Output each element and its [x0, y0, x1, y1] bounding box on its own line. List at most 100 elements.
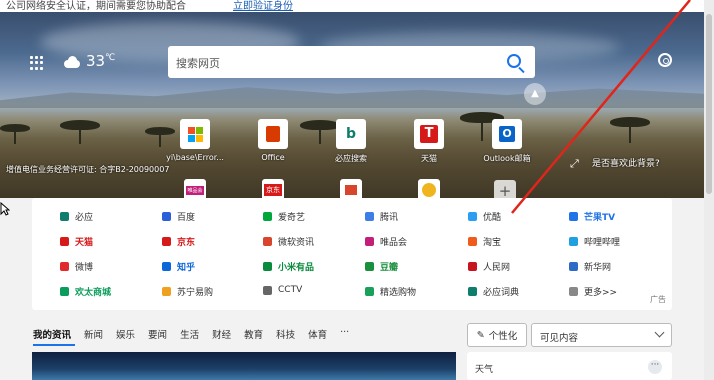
quick-link[interactable]: 腾讯 [365, 210, 398, 223]
quick-link-label: 芒果TV [584, 213, 616, 223]
mouse-cursor-icon [0, 202, 10, 216]
quick-link-label: 京东 [177, 238, 196, 248]
tab-more[interactable]: ··· [340, 327, 349, 343]
news-tab[interactable]: 体育 [308, 327, 327, 343]
quick-link-label: 唯品会 [380, 238, 408, 248]
news-tab[interactable]: 财经 [212, 327, 231, 343]
quick-link[interactable]: 哔哩哔哩 [569, 235, 620, 248]
site-icon [365, 262, 374, 271]
news-tabs: 我的资讯 新闻 娱乐 要闻 生活 财经 教育 科技 体育 ··· [33, 327, 362, 343]
site-icon [365, 237, 374, 246]
apps-grid-icon[interactable] [30, 56, 44, 70]
quick-link[interactable]: 必应 [60, 210, 93, 223]
news-tab[interactable]: 要闻 [148, 327, 167, 343]
quick-link-label: 微软资讯 [278, 238, 315, 248]
microsoft-logo-icon [187, 126, 203, 142]
site-icon [162, 237, 171, 246]
scrollbar-thumb[interactable] [706, 14, 712, 194]
quick-link[interactable]: CCTV [263, 285, 302, 295]
expand-icon[interactable]: ⤢ [570, 157, 579, 171]
tmall-icon: T [420, 125, 438, 143]
site-icon [263, 285, 272, 295]
quick-tile-bing[interactable]: b 必应搜索 [322, 119, 380, 164]
quick-link[interactable]: 天猫 [60, 235, 93, 248]
news-image[interactable] [32, 352, 456, 380]
like-background-link[interactable]: 是否喜欢此背景? [592, 156, 660, 169]
site-icon [60, 262, 69, 271]
gear-icon[interactable] [658, 53, 672, 67]
quick-link[interactable]: 更多>> [569, 285, 617, 298]
site-icon [162, 262, 171, 271]
weather-card[interactable]: 天气 ··· [467, 352, 672, 380]
bing-icon: b [345, 126, 357, 142]
vertical-scrollbar[interactable] [704, 0, 714, 380]
site-icon [263, 212, 272, 221]
search-placeholder[interactable]: 搜索网页 [176, 55, 220, 71]
quick-link[interactable]: 欢太商城 [60, 285, 111, 298]
quick-link[interactable]: 苏宁易购 [162, 285, 213, 298]
quick-link-label: 哔哩哔哩 [584, 238, 621, 248]
pencil-icon: ✎ [476, 329, 485, 341]
quick-link[interactable]: 京东 [162, 235, 195, 248]
site-icon [162, 287, 171, 296]
news-tab[interactable]: 科技 [276, 327, 295, 343]
quick-link-label: 淘宝 [483, 238, 502, 248]
more-options-icon[interactable]: ··· [648, 360, 662, 374]
temperature[interactable]: 33℃ [86, 52, 115, 70]
quick-link-label: 百度 [177, 213, 196, 223]
quick-link[interactable]: 唯品会 [365, 235, 407, 248]
quick-link[interactable]: 知乎 [162, 260, 195, 273]
quick-link[interactable]: 人民网 [468, 260, 510, 273]
visible-content-select[interactable]: 可见内容 [531, 323, 672, 347]
quick-link[interactable]: 精选购物 [365, 285, 416, 298]
search-box[interactable]: 搜索网页 [168, 46, 535, 78]
news-tab[interactable]: 我的资讯 [33, 327, 71, 343]
quick-link[interactable]: 淘宝 [468, 235, 501, 248]
quick-link-label: 知乎 [177, 263, 196, 273]
quick-tile-tmall[interactable]: T 天猫 [400, 119, 458, 164]
quick-link[interactable]: 爱奇艺 [263, 210, 305, 223]
search-icon[interactable] [507, 54, 521, 68]
lion-icon [422, 183, 436, 197]
quick-link[interactable]: 新华网 [569, 260, 611, 273]
ad-label: 广告 [650, 295, 666, 304]
notification-link[interactable]: 立即验证身份 [233, 0, 293, 12]
weather-card-title: 天气 [475, 365, 494, 375]
quick-link[interactable]: 微博 [60, 260, 93, 273]
site-icon [365, 212, 374, 221]
pinned-vip-tile[interactable]: 唯品会 [184, 179, 206, 201]
quick-link[interactable]: 芒果TV [569, 210, 615, 223]
license-text: 增值电信业务经营许可证: 合字B2-20090007 [6, 165, 170, 174]
quick-link-label: 新华网 [584, 263, 612, 273]
quick-link-label: 优酷 [483, 213, 502, 223]
quick-link-label: 微博 [75, 263, 94, 273]
personalize-button[interactable]: ✎ 个性化 [467, 323, 527, 347]
site-icon [468, 212, 477, 221]
quick-link[interactable]: 微软资讯 [263, 235, 314, 248]
quick-link-label: CCTV [278, 285, 303, 295]
quick-link-label: 必应 [75, 213, 94, 223]
notification-text: 公司网络安全认证，期间需要您协助配合 [6, 1, 186, 12]
chevron-up-icon[interactable]: ▲ [524, 83, 546, 105]
quick-tile-outlook[interactable]: O Outlook邮箱 [478, 119, 536, 164]
quick-link[interactable]: 百度 [162, 210, 195, 223]
links-panel: 必应 百度 爱奇艺 腾讯 优酷 芒果TV 天猫 京东 微软资讯 唯品会 淘宝 哔哩哔哩微博 知乎 小米有品… [32, 198, 672, 310]
pinned-suning-tile[interactable] [418, 179, 440, 201]
site-icon [569, 212, 578, 221]
add-tile-plus-icon[interactable]: + [494, 180, 516, 202]
cloud-weather-icon[interactable] [62, 56, 82, 68]
pinned-jd-tile[interactable]: 京东 [262, 179, 284, 201]
outlook-icon: O [499, 126, 515, 142]
site-icon [365, 287, 374, 296]
quick-link[interactable]: 必应词典 [468, 285, 519, 298]
news-tab[interactable]: 新闻 [84, 327, 103, 343]
news-tab[interactable]: 生活 [180, 327, 199, 343]
quick-link[interactable]: 优酷 [468, 210, 501, 223]
quick-tile-error[interactable]: yi\base\Error... [166, 119, 224, 162]
quick-tile-office[interactable]: Office [244, 119, 302, 162]
news-tab[interactable]: 娱乐 [116, 327, 135, 343]
pinned-news-tile[interactable] [340, 179, 362, 201]
quick-link[interactable]: 豆瓣 [365, 260, 398, 273]
quick-link[interactable]: 小米有品 [263, 260, 314, 273]
news-tab[interactable]: 教育 [244, 327, 263, 343]
